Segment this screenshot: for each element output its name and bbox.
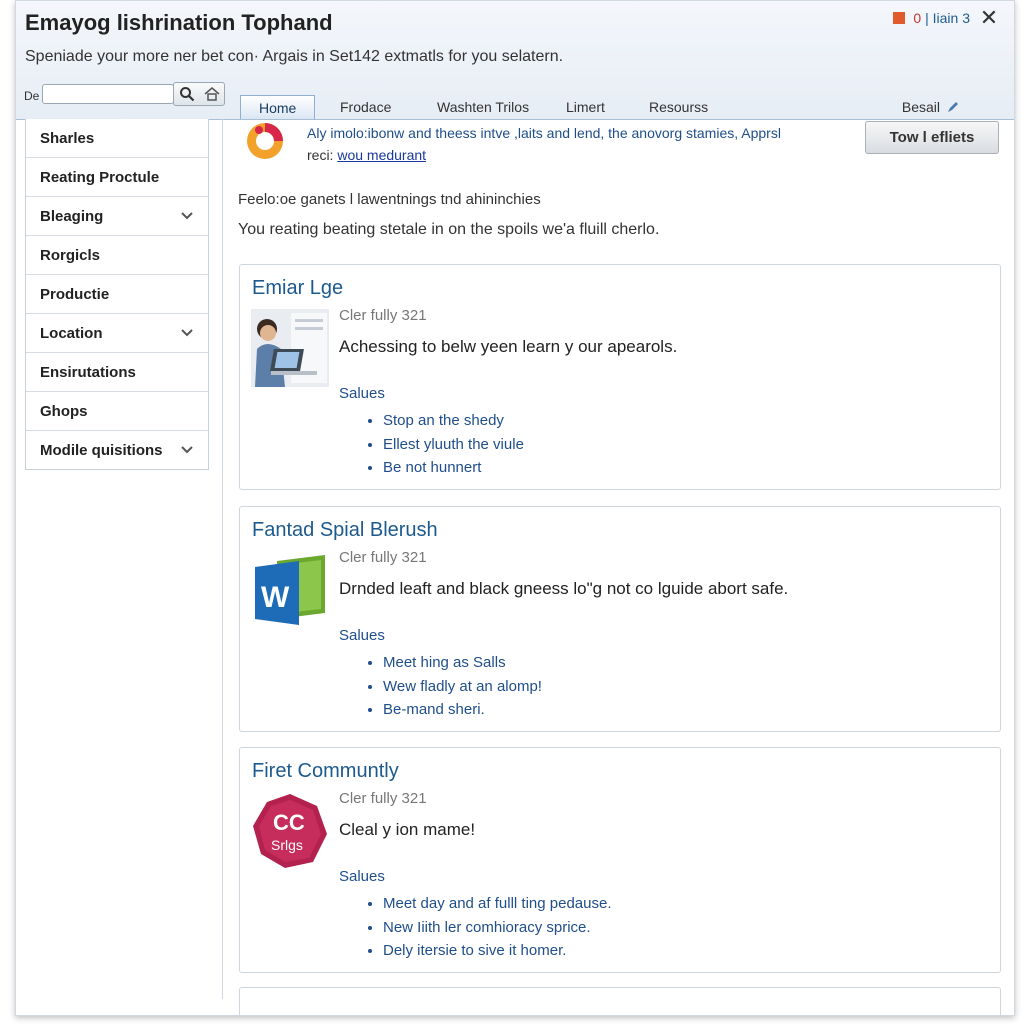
content-card: Firet Communtly CC Srlgs Cler fully 321 … [239,747,1001,973]
search-button[interactable] [173,82,225,106]
intro-heading: Feelo:oe ganets l lawentnings tnd ahinin… [238,191,541,208]
list-item[interactable]: Meet hing as Salls [383,651,542,675]
sidebar-item-label: Rorgicls [40,246,101,264]
status-label: Iiain 3 [932,10,970,26]
notice-prefix: reci: [307,147,334,163]
sidebar-item-rorgicls[interactable]: Rorgicls [26,236,208,275]
app-logo-icon [247,123,283,159]
top-right-controls: 0 | Iiain 3 ✕ [893,5,1000,31]
list-item[interactable]: Dely itersie to sive it homer. [383,939,612,963]
tow-effects-button[interactable]: Tow l efliets [865,121,999,154]
search-label: De [24,89,40,103]
list-item[interactable]: Meet day and af fulll ting pedause. [383,892,612,916]
app-title: Emayog lishrination Tophand [25,10,333,35]
content-card: Fantad Spial Blerush W Cler fully 321 Dr… [239,506,1001,732]
svg-text:CC: CC [273,810,305,835]
person-laptop-thumbnail [251,309,329,387]
notice-link[interactable]: wou medurant [337,147,426,163]
search-icon [179,87,194,102]
card-description: Drnded leaft and black gneess lo"g not c… [339,579,789,598]
tab-washten-trilos[interactable]: Washten Trilos [437,95,529,118]
sidebar-item-label: Location [40,324,103,342]
tab-resourss[interactable]: Resourss [649,95,708,118]
card-subheading: Salues [339,627,385,644]
tab-besail[interactable]: Besail [902,99,960,115]
flag-icon [893,12,906,24]
card-list: Stop an the shedy Ellest yluuth the viul… [339,409,524,480]
sidebar: Sharles Reating Proctule Bleaging Rorgic… [25,119,209,470]
list-item[interactable]: Be-mand sheri. [383,698,542,722]
intro-text: You reating beating stetale in on the sp… [238,221,660,238]
list-item[interactable]: Wew fladly at an alomp! [383,675,542,699]
main-tabs: Home Frodace Washten Trilos Limert Resou… [240,95,990,119]
status-count: 0 [913,10,922,26]
status-indicator[interactable]: 0 | Iiain 3 [913,10,970,26]
card-meta: Cler fully 321 [339,307,427,324]
sidebar-item-label: Bleaging [40,207,104,225]
list-item[interactable]: New Iiith ler comhioracy sprice. [383,916,612,940]
card-title[interactable]: Firet Communtly [252,760,399,783]
svg-text:W: W [261,581,290,614]
chevron-down-icon[interactable] [180,211,194,221]
card-title[interactable]: Emiar Lge [252,277,343,300]
content-card: Emiar Lge Cler fully 321 Achessing to be… [239,264,1001,490]
tab-frodace[interactable]: Frodace [340,95,391,118]
chevron-down-icon[interactable] [180,328,194,338]
notice-line: Aly imolo:ibonw and theess intve ,laits … [307,125,781,141]
sidebar-item-bleaging[interactable]: Bleaging [26,197,208,236]
close-icon[interactable]: ✕ [978,5,1000,31]
sidebar-item-location[interactable]: Location [26,314,208,353]
list-item[interactable]: Stop an the shedy [383,409,524,433]
sidebar-item-label: Modile quisitions [40,441,163,459]
card-title[interactable]: Fantad Spial Blerush [252,519,438,542]
pencil-icon [948,102,958,112]
sidebar-item-label: Productie [40,285,110,303]
list-item[interactable]: Ellest yluuth the viule [383,433,524,457]
tab-limert[interactable]: Limert [566,95,605,118]
sidebar-item-label: Reating Proctule [40,168,160,186]
card-meta: Cler fully 321 [339,790,427,807]
card-list: Meet hing as Salls Wew fladly at an alom… [339,651,542,722]
tab-besail-label: Besail [901,99,940,115]
tab-home[interactable]: Home [240,95,316,119]
sidebar-item-ghops[interactable]: Ghops [26,392,208,431]
notice-message: Aly imolo:ibonw and theess intve ,laits … [307,122,781,166]
content-card-partial [239,987,1001,1015]
window-header: Emayog lishrination Tophand Speniade you… [16,1,1014,120]
card-description: Achessing to belw yeen learn y our apear… [339,337,678,356]
sidebar-item-label: Sharles [40,129,95,147]
card-subheading: Salues [339,868,385,885]
sidebar-divider [222,119,223,999]
sidebar-item-productie[interactable]: Productie [26,275,208,314]
word-document-icon: W [255,555,325,625]
app-window: Emayog lishrination Tophand Speniade you… [15,0,1015,1016]
sidebar-item-label: Ghops [40,402,88,420]
sidebar-item-modile-quisitions[interactable]: Modile quisitions [26,431,208,469]
card-subheading: Salues [339,385,385,402]
sidebar-item-reating-proctule[interactable]: Reating Proctule [26,158,208,197]
card-meta: Cler fully 321 [339,549,427,566]
card-list: Meet day and af fulll ting pedause. New … [339,892,612,963]
cc-badge-icon: CC Srlgs [253,794,327,868]
sidebar-item-label: Ensirutations [40,363,136,381]
sidebar-item-ensirutations[interactable]: Ensirutations [26,353,208,392]
window-subtitle: Speniade your more ner bet con· Argais i… [25,48,564,65]
card-description: Cleal y ion mame! [339,820,476,839]
svg-text:Srlgs: Srlgs [271,837,303,853]
list-item[interactable]: Be not hunnert [383,456,524,480]
home-icon [204,87,219,101]
sidebar-item-sharles[interactable]: Sharles [26,119,208,158]
search-input[interactable] [42,84,174,104]
chevron-down-icon[interactable] [180,445,194,455]
